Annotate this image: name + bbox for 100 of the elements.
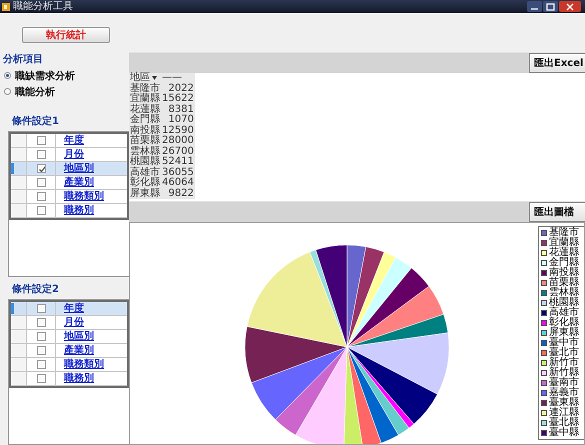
legend-label: 臺東縣 [549,398,579,408]
grid-row[interactable]: 產業別 [11,176,127,190]
row-header[interactable] [11,190,27,203]
legend-label: 連江縣 [549,408,579,418]
group-label: 條件設定1 [10,114,60,129]
table-cell: 28000 [162,135,194,146]
field-link[interactable]: 職務類別 [56,190,127,203]
checkbox[interactable] [36,318,46,327]
row-marker [11,163,14,174]
legend-label: 雲林縣 [549,288,579,298]
checkbox[interactable] [36,178,46,187]
row-header[interactable] [11,316,27,329]
legend-label: 臺北縣 [549,418,579,428]
close-button[interactable] [559,1,581,12]
row-header[interactable] [11,204,27,217]
table-cell: 苗栗縣 [130,135,160,146]
row-header[interactable] [11,344,27,357]
legend-label: 基隆市 [549,228,579,238]
group-label: 條件設定2 [10,282,60,297]
checkbox[interactable] [36,360,46,369]
legend-label: 南投縣 [549,268,579,278]
field-link[interactable]: 地區別 [56,162,127,175]
table-cell: 9822 [168,188,194,198]
dropdown-caret-icon[interactable] [152,76,157,80]
grid-row[interactable]: 地區別 [11,330,127,344]
row-header[interactable] [11,134,27,147]
table-cell: 彰化縣 [130,177,160,188]
radio-button[interactable] [4,88,11,95]
legend-label: 彰化縣 [549,318,579,328]
row-header[interactable] [11,302,27,315]
checkbox[interactable] [36,164,46,173]
field-link[interactable]: 產業別 [56,344,127,357]
row-header[interactable] [11,358,27,371]
checkbox[interactable] [36,374,46,383]
radio-button[interactable] [4,72,11,79]
run-button[interactable]: 執行統計 [22,27,110,43]
legend-label: 高雄市 [549,308,579,318]
field-link[interactable]: 產業別 [56,176,127,189]
maximize-button[interactable] [543,1,558,12]
checkbox[interactable] [36,304,46,313]
checkbox[interactable] [36,332,46,341]
field-link[interactable]: 職務類別 [56,358,127,371]
table-cell: 屏東縣 [130,188,160,198]
window-title: 職能分析工具 [13,0,74,12]
legend-label: 臺中市 [549,338,579,348]
table-cell: 46064 [162,177,194,188]
legend-label: 花蓮縣 [549,248,579,258]
radio-label[interactable]: 職缺需求分析 [15,68,75,82]
export-button[interactable]: 匯出圖檔 [529,202,585,222]
table-cell: 花蓮縣 [130,104,160,114]
legend-label: 屏東縣 [549,328,579,338]
legend-label: 宜蘭縣 [549,238,579,248]
row-header[interactable] [11,372,27,385]
grid-row[interactable]: 職務類別 [11,358,127,372]
radio-label[interactable]: 職能分析 [15,84,55,98]
checkbox[interactable] [36,150,46,159]
column-header: —— [162,72,182,83]
table-cell: 15622 [162,93,194,104]
row-header[interactable] [11,148,27,161]
field-link[interactable]: 月份 [56,316,127,329]
legend-label: 臺中縣 [549,428,579,438]
legend-label: 嘉義市 [549,388,579,398]
table-cell: 2022 [168,82,194,94]
field-link[interactable]: 職務別 [56,204,127,217]
minimize-button[interactable] [527,1,542,12]
grid-row[interactable]: 產業別 [11,344,127,358]
checkbox[interactable] [36,192,46,201]
grid-row[interactable]: 職務別 [11,372,127,386]
field-link[interactable]: 地區別 [56,330,127,343]
grid-row[interactable]: 職務類別 [11,190,127,204]
table-cell: 雲林縣 [130,146,160,156]
checkbox[interactable] [36,346,46,355]
checkbox[interactable] [36,136,46,145]
legend-label: 新竹縣 [549,368,579,378]
grid-row[interactable]: 職務別 [11,204,127,218]
legend-label: 金門縣 [549,258,579,268]
field-link[interactable]: 年度 [56,302,127,315]
row-header[interactable] [11,162,27,175]
grid-row[interactable]: 地區別 [11,162,127,176]
table-cell: 36055 [162,166,194,178]
legend-label: 桃園縣 [549,298,579,308]
export-button[interactable]: 匯出Excel [529,53,585,73]
table-cell: 52411 [162,156,194,167]
table-cell: 1070 [168,114,194,125]
legend-label: 苗栗縣 [549,278,579,288]
table-cell: 12590 [162,124,194,136]
table-cell: 金門縣 [130,114,160,125]
row-header[interactable] [11,330,27,343]
grid-row[interactable]: 年度 [11,134,127,148]
grid-row[interactable]: 年度 [11,302,127,316]
column-header[interactable]: 地區 [130,73,150,84]
field-link[interactable]: 職務別 [56,372,127,385]
grid-row[interactable]: 月份 [11,316,127,330]
legend-label: 新竹市 [549,358,579,368]
app-icon [2,2,10,10]
checkbox[interactable] [36,206,46,215]
row-header[interactable] [11,176,27,189]
field-link[interactable]: 月份 [56,148,127,161]
table-cell: 高雄市 [130,166,160,178]
field-link[interactable]: 年度 [56,134,127,147]
